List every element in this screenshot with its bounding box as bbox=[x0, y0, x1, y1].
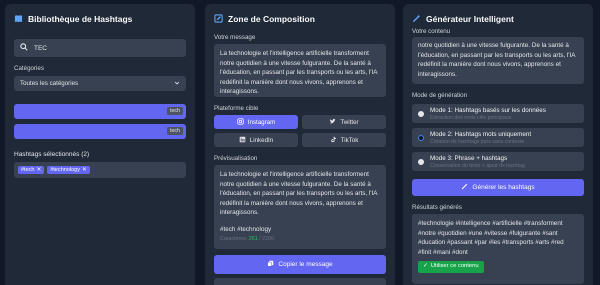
check-icon: ✓ bbox=[423, 263, 428, 270]
chevron-down-icon bbox=[174, 80, 180, 88]
platform-linkedin-button[interactable]: LinkedIn bbox=[214, 133, 298, 147]
platform-twitter-button[interactable]: Twitter bbox=[302, 115, 386, 129]
platform-selector: Instagram Twitter LinkedIn TikTok bbox=[214, 115, 386, 147]
radio-button[interactable] bbox=[418, 158, 424, 165]
library-title: Bibliothèque de Hashtags bbox=[14, 12, 186, 26]
copy-message-button[interactable]: Copier le message bbox=[214, 255, 386, 274]
content-textarea[interactable]: notre quotidien à une vitesse fulgurante… bbox=[412, 37, 584, 84]
magic-wand-icon bbox=[461, 183, 468, 192]
mode-option-1[interactable]: Mode 1: Hashtags basés sur les données E… bbox=[412, 104, 584, 123]
composition-panel: Zone de Composition Votre message La tec… bbox=[205, 4, 395, 285]
radio-button[interactable] bbox=[418, 110, 424, 117]
remove-chip-icon[interactable]: ✕ bbox=[36, 167, 41, 173]
selected-chip: #tech ✕ bbox=[18, 166, 45, 174]
preview-text: La technologie et l'intelligence artific… bbox=[220, 171, 378, 216]
tiktok-icon bbox=[330, 136, 337, 145]
categories-label: Catégories bbox=[14, 65, 44, 72]
mode-option-3[interactable]: Mode 3: Phrase + hashtags Conservation d… bbox=[412, 152, 584, 171]
preview-hashtags: #tech #technology bbox=[220, 225, 272, 233]
search-input[interactable] bbox=[34, 44, 174, 52]
platform-label: Plateforme cible bbox=[214, 105, 259, 112]
message-preview: La technologie et l'intelligence artific… bbox=[214, 165, 386, 249]
generate-hashtags-button[interactable]: Générer les hashtags bbox=[412, 179, 584, 196]
hashtag-result-item[interactable]: tech bbox=[14, 124, 186, 139]
content-label: Votre contenu bbox=[412, 28, 451, 35]
edit-icon bbox=[214, 13, 223, 25]
instagram-icon bbox=[237, 117, 244, 127]
platform-instagram-button[interactable]: Instagram bbox=[214, 115, 298, 129]
selected-hashtags-label: Hashtags sélectionnés (2) bbox=[14, 151, 90, 158]
use-content-button[interactable]: ✓ Utiliser ce contenu bbox=[418, 261, 484, 273]
composition-title: Zone de Composition bbox=[214, 12, 386, 26]
selected-hashtags-box: #tech ✕ #technology ✕ bbox=[14, 162, 186, 178]
message-label: Votre message bbox=[214, 34, 256, 41]
selected-chip: #technology ✕ bbox=[47, 166, 90, 174]
generated-results: #technologie #intelligence #artificielle… bbox=[412, 214, 584, 284]
radio-button-selected[interactable] bbox=[418, 134, 424, 141]
category-select[interactable]: Toutes les catégories bbox=[14, 76, 186, 91]
preview-label: Prévisualisation bbox=[214, 155, 258, 162]
hashtag-library-panel: Bibliothèque de Hashtags Catégories Tout… bbox=[5, 4, 195, 285]
results-label: Résultats générés bbox=[412, 204, 462, 211]
category-selected-value: Toutes les catégories bbox=[20, 80, 79, 87]
book-icon bbox=[14, 14, 23, 25]
remove-chip-icon[interactable]: ✕ bbox=[82, 167, 87, 173]
platform-tiktok-button[interactable]: TikTok bbox=[302, 133, 386, 147]
mode-label: Mode de génération bbox=[412, 92, 468, 99]
generator-panel: Générateur Intelligent Votre contenu not… bbox=[403, 4, 593, 285]
search-icon bbox=[20, 43, 28, 53]
character-count: 261 bbox=[248, 236, 258, 242]
mode-option-2[interactable]: Mode 2: Hashtags mots uniquement Créatio… bbox=[412, 128, 584, 147]
copy-icon bbox=[267, 260, 274, 269]
message-textarea[interactable]: La technologie et l'intelligence artific… bbox=[214, 44, 386, 97]
category-badge: tech bbox=[166, 107, 183, 115]
hashtag-result-item[interactable]: tech bbox=[14, 104, 186, 119]
twitter-icon bbox=[329, 118, 336, 127]
secondary-action-button[interactable] bbox=[214, 278, 386, 285]
category-badge: tech bbox=[166, 127, 183, 135]
generated-hashtags-text: #technologie #intelligence #artificielle… bbox=[418, 220, 564, 256]
character-counter: Caractères: 261 / 2200 bbox=[220, 236, 274, 242]
hashtag-search-field[interactable] bbox=[14, 39, 186, 57]
generator-title: Générateur Intelligent bbox=[412, 12, 584, 26]
magic-wand-icon bbox=[412, 14, 421, 25]
linkedin-icon bbox=[239, 136, 246, 145]
